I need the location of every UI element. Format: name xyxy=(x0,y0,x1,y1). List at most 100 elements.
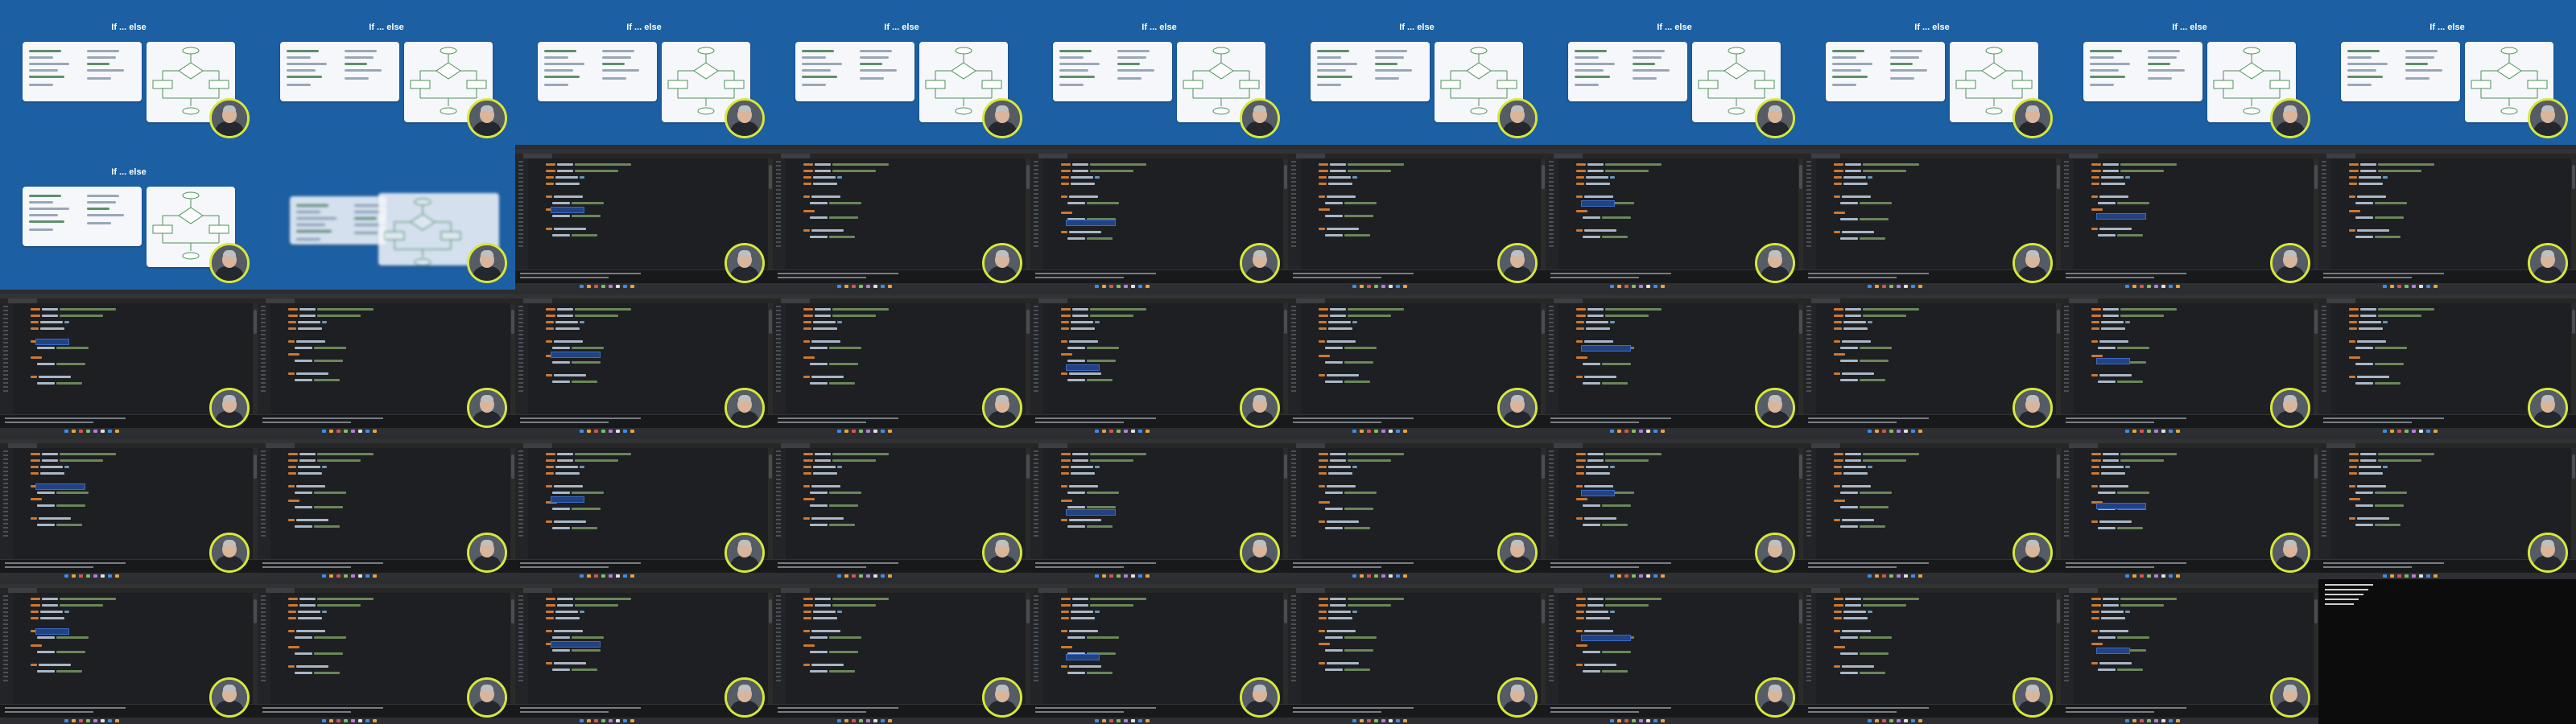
taskbar-app-icon[interactable] xyxy=(844,574,848,578)
taskbar-app-icon[interactable] xyxy=(2412,574,2416,578)
taskbar-app-icon[interactable] xyxy=(866,285,870,288)
editor-scrollbar[interactable] xyxy=(2571,448,2576,560)
taskbar-app-icon[interactable] xyxy=(587,574,591,578)
taskbar-app-icon[interactable] xyxy=(1875,430,1879,433)
taskbar-app-icon[interactable] xyxy=(336,574,341,578)
taskbar-app-icon[interactable] xyxy=(609,719,613,722)
taskbar-app-icon[interactable] xyxy=(601,719,605,722)
taskbar-app-icon[interactable] xyxy=(2147,574,2151,578)
taskbar-app-icon[interactable] xyxy=(616,430,620,433)
taskbar-app-icon[interactable] xyxy=(888,574,892,578)
scrollbar-thumb[interactable] xyxy=(1799,165,1802,189)
taskbar-app-icon[interactable] xyxy=(594,285,598,288)
scrollbar-thumb[interactable] xyxy=(1799,455,1802,479)
taskbar-app-icon[interactable] xyxy=(1639,430,1643,433)
scrollbar-thumb[interactable] xyxy=(2572,165,2575,189)
taskbar-app-icon[interactable] xyxy=(1610,285,1614,288)
taskbar-app-icon[interactable] xyxy=(2383,285,2387,288)
taskbar-app-icon[interactable] xyxy=(2132,574,2136,578)
taskbar-app-icon[interactable] xyxy=(2147,719,2151,722)
taskbar-app-icon[interactable] xyxy=(358,430,362,433)
taskbar-app-icon[interactable] xyxy=(329,719,333,722)
scrollbar-thumb[interactable] xyxy=(1284,599,1287,623)
taskbar-app-icon[interactable] xyxy=(1403,430,1407,433)
taskbar-app-icon[interactable] xyxy=(93,719,97,722)
scrollbar-thumb[interactable] xyxy=(2314,599,2318,623)
taskbar-app-icon[interactable] xyxy=(115,574,119,578)
taskbar-app-icon[interactable] xyxy=(2434,574,2438,578)
scrollbar-thumb[interactable] xyxy=(2314,310,2318,334)
taskbar-app-icon[interactable] xyxy=(1624,719,1629,722)
taskbar-app-icon[interactable] xyxy=(1617,285,1621,288)
taskbar-app-icon[interactable] xyxy=(873,285,877,288)
taskbar-app-icon[interactable] xyxy=(2140,719,2144,722)
taskbar-app-icon[interactable] xyxy=(2147,285,2151,288)
taskbar-app-icon[interactable] xyxy=(2383,430,2387,433)
taskbar-app-icon[interactable] xyxy=(844,430,848,433)
scrollbar-thumb[interactable] xyxy=(769,599,772,623)
taskbar-app-icon[interactable] xyxy=(2169,719,2173,722)
taskbar-app-icon[interactable] xyxy=(601,285,605,288)
scrollbar-thumb[interactable] xyxy=(1799,310,1802,334)
taskbar-app-icon[interactable] xyxy=(329,574,333,578)
taskbar-app-icon[interactable] xyxy=(1389,574,1393,578)
taskbar-app-icon[interactable] xyxy=(1610,719,1614,722)
taskbar-app-icon[interactable] xyxy=(1102,285,1106,288)
taskbar-app-icon[interactable] xyxy=(1868,430,1872,433)
taskbar-app-icon[interactable] xyxy=(1396,574,1400,578)
taskbar-app-icon[interactable] xyxy=(373,574,377,578)
taskbar-app-icon[interactable] xyxy=(1632,574,1636,578)
taskbar-app-icon[interactable] xyxy=(79,574,83,578)
scrollbar-thumb[interactable] xyxy=(1284,165,1287,189)
taskbar-app-icon[interactable] xyxy=(1911,430,1915,433)
taskbar-app-icon[interactable] xyxy=(322,574,326,578)
taskbar-app-icon[interactable] xyxy=(1403,574,1407,578)
taskbar-app-icon[interactable] xyxy=(64,574,68,578)
taskbar-app-icon[interactable] xyxy=(859,574,863,578)
taskbar-app-icon[interactable] xyxy=(1389,430,1393,433)
taskbar-app-icon[interactable] xyxy=(2426,285,2430,288)
taskbar-app-icon[interactable] xyxy=(1146,574,1150,578)
taskbar-app-icon[interactable] xyxy=(594,430,598,433)
taskbar-app-icon[interactable] xyxy=(351,430,355,433)
taskbar-app-icon[interactable] xyxy=(336,719,341,722)
taskbar-app-icon[interactable] xyxy=(2147,430,2151,433)
taskbar-app-icon[interactable] xyxy=(580,574,584,578)
taskbar-app-icon[interactable] xyxy=(351,574,355,578)
taskbar-app-icon[interactable] xyxy=(2125,285,2129,288)
taskbar-app-icon[interactable] xyxy=(1868,285,1872,288)
taskbar-app-icon[interactable] xyxy=(2405,430,2409,433)
taskbar-app-icon[interactable] xyxy=(1624,430,1629,433)
taskbar-app-icon[interactable] xyxy=(1646,285,1650,288)
scrollbar-thumb[interactable] xyxy=(1542,455,1545,479)
taskbar-app-icon[interactable] xyxy=(115,430,119,433)
taskbar-app-icon[interactable] xyxy=(2176,719,2180,722)
taskbar-app-icon[interactable] xyxy=(1403,719,1407,722)
taskbar-app-icon[interactable] xyxy=(2125,574,2129,578)
taskbar-app-icon[interactable] xyxy=(601,430,605,433)
taskbar-app-icon[interactable] xyxy=(101,719,105,722)
taskbar-app-icon[interactable] xyxy=(1868,574,1872,578)
taskbar-app-icon[interactable] xyxy=(79,719,83,722)
taskbar-app-icon[interactable] xyxy=(1367,430,1371,433)
taskbar-app-icon[interactable] xyxy=(594,574,598,578)
taskbar-app-icon[interactable] xyxy=(888,285,892,288)
taskbar-app-icon[interactable] xyxy=(859,719,863,722)
taskbar-app-icon[interactable] xyxy=(2390,285,2394,288)
scrollbar-thumb[interactable] xyxy=(254,455,257,479)
taskbar-app-icon[interactable] xyxy=(859,430,863,433)
taskbar-app-icon[interactable] xyxy=(866,574,870,578)
scrollbar-thumb[interactable] xyxy=(1284,310,1287,334)
taskbar-app-icon[interactable] xyxy=(852,574,856,578)
taskbar-app-icon[interactable] xyxy=(373,430,377,433)
taskbar-app-icon[interactable] xyxy=(64,719,68,722)
taskbar-app-icon[interactable] xyxy=(1109,285,1113,288)
taskbar-app-icon[interactable] xyxy=(2397,285,2401,288)
taskbar-app-icon[interactable] xyxy=(108,574,112,578)
taskbar-app-icon[interactable] xyxy=(1131,719,1135,722)
taskbar-app-icon[interactable] xyxy=(1882,430,1886,433)
taskbar-app-icon[interactable] xyxy=(609,285,613,288)
taskbar-app-icon[interactable] xyxy=(1653,285,1657,288)
taskbar-app-icon[interactable] xyxy=(1661,430,1665,433)
taskbar-app-icon[interactable] xyxy=(844,719,848,722)
